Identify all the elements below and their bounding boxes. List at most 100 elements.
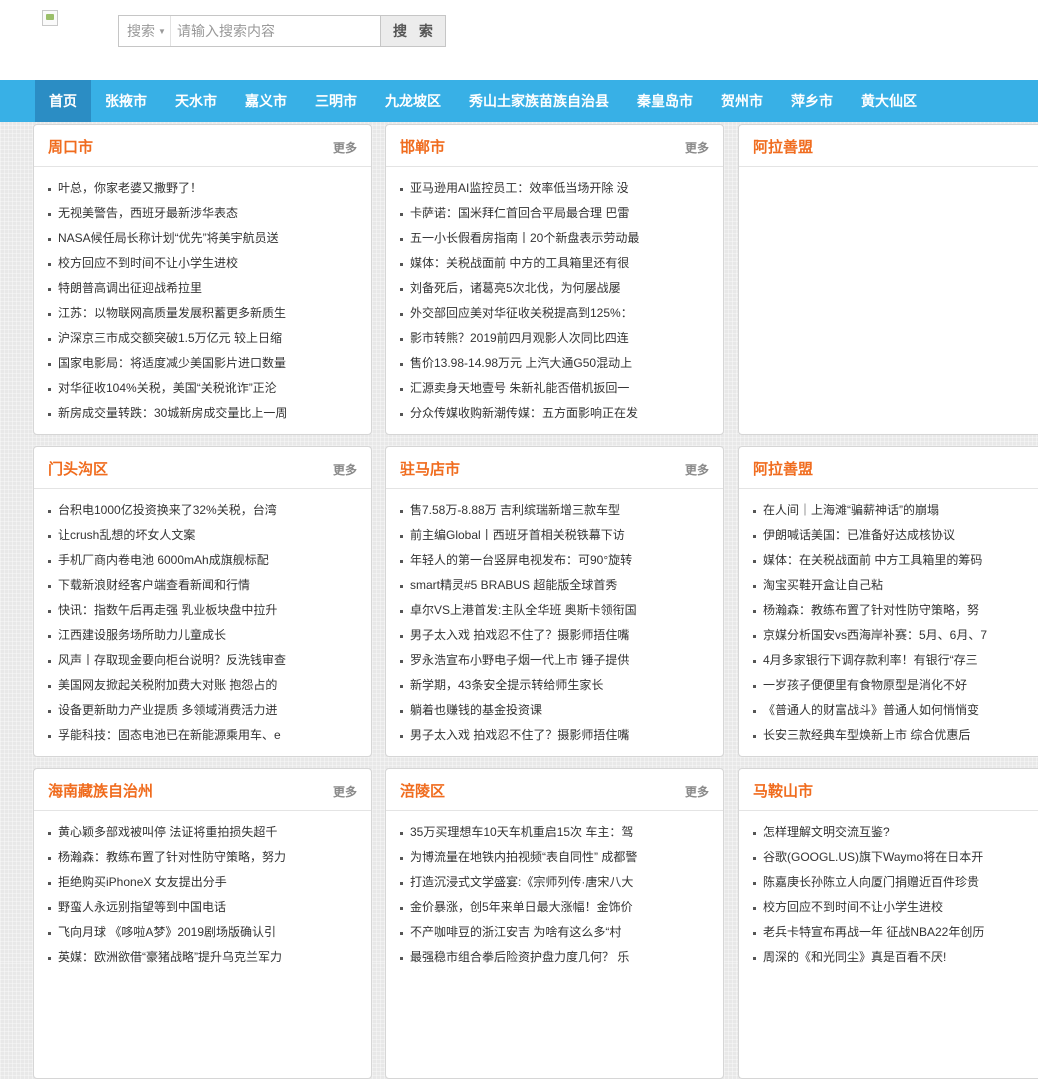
news-item-link[interactable]: 谷歌(GOOGL.US)旗下Waymo将在日本开: [739, 845, 1038, 870]
news-item-link[interactable]: 江苏：以物联网高质量发展积蓄更多新质生: [34, 301, 371, 326]
site-logo-image[interactable]: [42, 10, 58, 26]
news-item-link[interactable]: 老兵卡特宣布再战一年 征战NBA22年创历: [739, 920, 1038, 945]
news-item-link[interactable]: 媒体：在关税战面前 中方工具箱里的筹码: [739, 548, 1038, 573]
nav-item[interactable]: 秦皇岛市: [623, 80, 707, 122]
news-item-link[interactable]: 不产咖啡豆的浙江安吉 为啥有这么多“村: [386, 920, 723, 945]
news-item-link[interactable]: 风声丨存取现金要向柜台说明？反洗钱审查: [34, 648, 371, 673]
news-item-link[interactable]: smart精灵#5 BRABUS 超能版全球首秀: [386, 573, 723, 598]
search-input[interactable]: [171, 16, 380, 46]
news-item-link[interactable]: 江西建设服务场所助力儿童成长: [34, 623, 371, 648]
news-item-link[interactable]: 拒绝购买iPhoneX 女友提出分手: [34, 870, 371, 895]
news-item-link[interactable]: 在人间｜上海滩“骗薪神话”的崩塌: [739, 498, 1038, 523]
news-item-link[interactable]: 躺着也赚钱的基金投资课: [386, 698, 723, 723]
news-item-link[interactable]: 为博流量在地铁内拍视频“表自同性” 成都警: [386, 845, 723, 870]
news-item-link[interactable]: 分众传媒收购新潮传媒：五方面影响正在发: [386, 401, 723, 426]
news-item-link[interactable]: 亚马逊用AI监控员工：效率低当场开除 没: [386, 176, 723, 201]
news-item-link[interactable]: 对华征收104%关税，美国“关税讹诈”正沦: [34, 376, 371, 401]
news-item-link[interactable]: 《普通人的财富战斗》普通人如何悄悄变: [739, 698, 1038, 723]
more-link[interactable]: 更多: [333, 461, 357, 478]
panel-title[interactable]: 周口市: [48, 136, 93, 157]
news-item-link[interactable]: 汇源卖身天地壹号 朱新礼能否借机扳回一: [386, 376, 723, 401]
news-item-link[interactable]: 杨瀚森：教练布置了针对性防守策略，努: [739, 598, 1038, 623]
news-item-link[interactable]: 卓尔VS上港首发:主队全华班 奥斯卡领衔国: [386, 598, 723, 623]
news-item-link[interactable]: 年轻人的第一台竖屏电视发布：可90°旋转: [386, 548, 723, 573]
news-item-link[interactable]: 陈嘉庚长孙陈立人向厦门捐赠近百件珍贵: [739, 870, 1038, 895]
news-item-link[interactable]: 杨瀚森：教练布置了针对性防守策略，努力: [34, 845, 371, 870]
nav-item[interactable]: 张掖市: [91, 80, 161, 122]
news-item-link[interactable]: 下载新浪财经客户端查看新闻和行情: [34, 573, 371, 598]
news-item-link[interactable]: 无视美警告，西班牙最新涉华表态: [34, 201, 371, 226]
news-item-link[interactable]: 媒体：关税战面前 中方的工具箱里还有很: [386, 251, 723, 276]
news-item-link[interactable]: 长安三款经典车型焕新上市 综合优惠后: [739, 723, 1038, 748]
news-item-link[interactable]: 京媒分析国安vs西海岸补赛：5月、6月、7: [739, 623, 1038, 648]
nav-item[interactable]: 秀山土家族苗族自治县: [455, 80, 623, 122]
more-link[interactable]: 更多: [685, 461, 709, 478]
nav-item[interactable]: 贺州市: [707, 80, 777, 122]
news-panel: 涪陵区 更多 35万买理想车10天车机重启15次 车主：驾为博流量在地铁内拍视频“表…: [385, 768, 724, 1079]
more-link[interactable]: 更多: [685, 783, 709, 800]
news-item-link[interactable]: 设备更新助力产业提质 多领域消费活力迸: [34, 698, 371, 723]
news-item-link[interactable]: 怎样理解文明交流互鉴?: [739, 820, 1038, 845]
panel-title[interactable]: 驻马店市: [400, 458, 460, 479]
news-item-link[interactable]: 手机厂商内卷电池 6000mAh成旗舰标配: [34, 548, 371, 573]
news-item-link[interactable]: 校方回应不到时间不让小学生进校: [739, 895, 1038, 920]
search-button[interactable]: 搜 索: [380, 16, 445, 46]
news-item-link[interactable]: 35万买理想车10天车机重启15次 车主：驾: [386, 820, 723, 845]
news-item-link[interactable]: 飞向月球 《哆啦A梦》2019剧场版确认引: [34, 920, 371, 945]
news-item-link[interactable]: 孚能科技：固态电池已在新能源乘用车、e: [34, 723, 371, 748]
news-item-link[interactable]: 特朗普高调出征迎战希拉里: [34, 276, 371, 301]
news-item-link[interactable]: 刘备死后，诸葛亮5次北伐，为何屡战屡: [386, 276, 723, 301]
news-item-link[interactable]: 五一小长假看房指南丨20个新盘表示劳动最: [386, 226, 723, 251]
news-item-link[interactable]: 打造沉浸式文学盛宴:《宗师列传·唐宋八大: [386, 870, 723, 895]
panel-title[interactable]: 邯郸市: [400, 136, 445, 157]
news-item-link[interactable]: 新学期，43条安全提示转给师生家长: [386, 673, 723, 698]
nav-item[interactable]: 九龙坡区: [371, 80, 455, 122]
panel-title[interactable]: 海南藏族自治州: [48, 780, 153, 801]
news-item-link[interactable]: 金价暴涨，创5年来单日最大涨幅！金饰价: [386, 895, 723, 920]
nav-item[interactable]: 三明市: [301, 80, 371, 122]
news-item-link[interactable]: 前主编Global丨西班牙首相关税铁幕下访: [386, 523, 723, 548]
panel-header: 邯郸市 更多: [386, 125, 723, 167]
panel-title[interactable]: 门头沟区: [48, 458, 108, 479]
news-item-link[interactable]: 最强稳市组合拳后险资护盘力度几何？ 乐: [386, 945, 723, 970]
news-item-link[interactable]: 国家电影局：将适度减少美国影片进口数量: [34, 351, 371, 376]
more-link[interactable]: 更多: [685, 139, 709, 156]
panel-title[interactable]: 涪陵区: [400, 780, 445, 801]
news-item-link[interactable]: 男子太入戏 拍戏忍不住了？摄影师捂住嘴: [386, 723, 723, 748]
panel-title[interactable]: 马鞍山市: [753, 780, 813, 801]
news-item-link[interactable]: 4月多家银行下调存款利率！有银行“存三: [739, 648, 1038, 673]
news-item-link[interactable]: NASA候任局长称计划“优先”将美宇航员送: [34, 226, 371, 251]
nav-item[interactable]: 黄大仙区: [847, 80, 931, 122]
news-item-link[interactable]: 售价13.98-14.98万元 上汽大通G50混动上: [386, 351, 723, 376]
panel-title[interactable]: 阿拉善盟: [753, 136, 813, 157]
news-item-link[interactable]: 售7.58万-8.88万 吉利缤瑞新增三款车型: [386, 498, 723, 523]
news-item-link[interactable]: 美国网友掀起关税附加费大对账 抱怨占的: [34, 673, 371, 698]
more-link[interactable]: 更多: [333, 783, 357, 800]
news-item-link[interactable]: 野蛮人永远别指望等到中国电话: [34, 895, 371, 920]
news-item-link[interactable]: 外交部回应美对华征收关税提高到125%：: [386, 301, 723, 326]
news-item-link[interactable]: 男子太入戏 拍戏忍不住了？摄影师捂住嘴: [386, 623, 723, 648]
news-item-link[interactable]: 一岁孩子便便里有食物原型是消化不好: [739, 673, 1038, 698]
news-item-link[interactable]: 周深的《和光同尘》真是百看不厌!: [739, 945, 1038, 970]
nav-item[interactable]: 首页: [35, 80, 91, 122]
news-item-link[interactable]: 台积电1000亿投资换来了32%关税，台湾: [34, 498, 371, 523]
nav-item[interactable]: 嘉义市: [231, 80, 301, 122]
news-item-link[interactable]: 伊朗喊话美国：已准备好达成核协议: [739, 523, 1038, 548]
news-item-link[interactable]: 卡萨诺：国米拜仁首回合平局最合理 巴雷: [386, 201, 723, 226]
news-item-link[interactable]: 英媒：欧洲欲借“豪猪战略”提升乌克兰军力: [34, 945, 371, 970]
more-link[interactable]: 更多: [333, 139, 357, 156]
news-item-link[interactable]: 让crush乱想的坏女人文案: [34, 523, 371, 548]
nav-item[interactable]: 天水市: [161, 80, 231, 122]
news-item-link[interactable]: 影市转熊？2019前四月观影人次同比四连: [386, 326, 723, 351]
panel-title[interactable]: 阿拉善盟: [753, 458, 813, 479]
news-item-link[interactable]: 新房成交量转跌：30城新房成交量比上一周: [34, 401, 371, 426]
news-item-link[interactable]: 罗永浩宣布小野电子烟一代上市 锤子提供: [386, 648, 723, 673]
news-item-link[interactable]: 叶总，你家老婆又撒野了！: [34, 176, 371, 201]
news-item-link[interactable]: 淘宝买鞋开盒让自己粘: [739, 573, 1038, 598]
search-type-select[interactable]: 搜索▼: [119, 16, 171, 46]
news-item-link[interactable]: 黄心颖多部戏被叫停 法证将重拍损失超千: [34, 820, 371, 845]
news-item-link[interactable]: 快讯：指数午后再走强 乳业板块盘中拉升: [34, 598, 371, 623]
news-item-link[interactable]: 沪深京三市成交额突破1.5万亿元 较上日缩: [34, 326, 371, 351]
nav-item[interactable]: 萍乡市: [777, 80, 847, 122]
news-item-link[interactable]: 校方回应不到时间不让小学生进校: [34, 251, 371, 276]
